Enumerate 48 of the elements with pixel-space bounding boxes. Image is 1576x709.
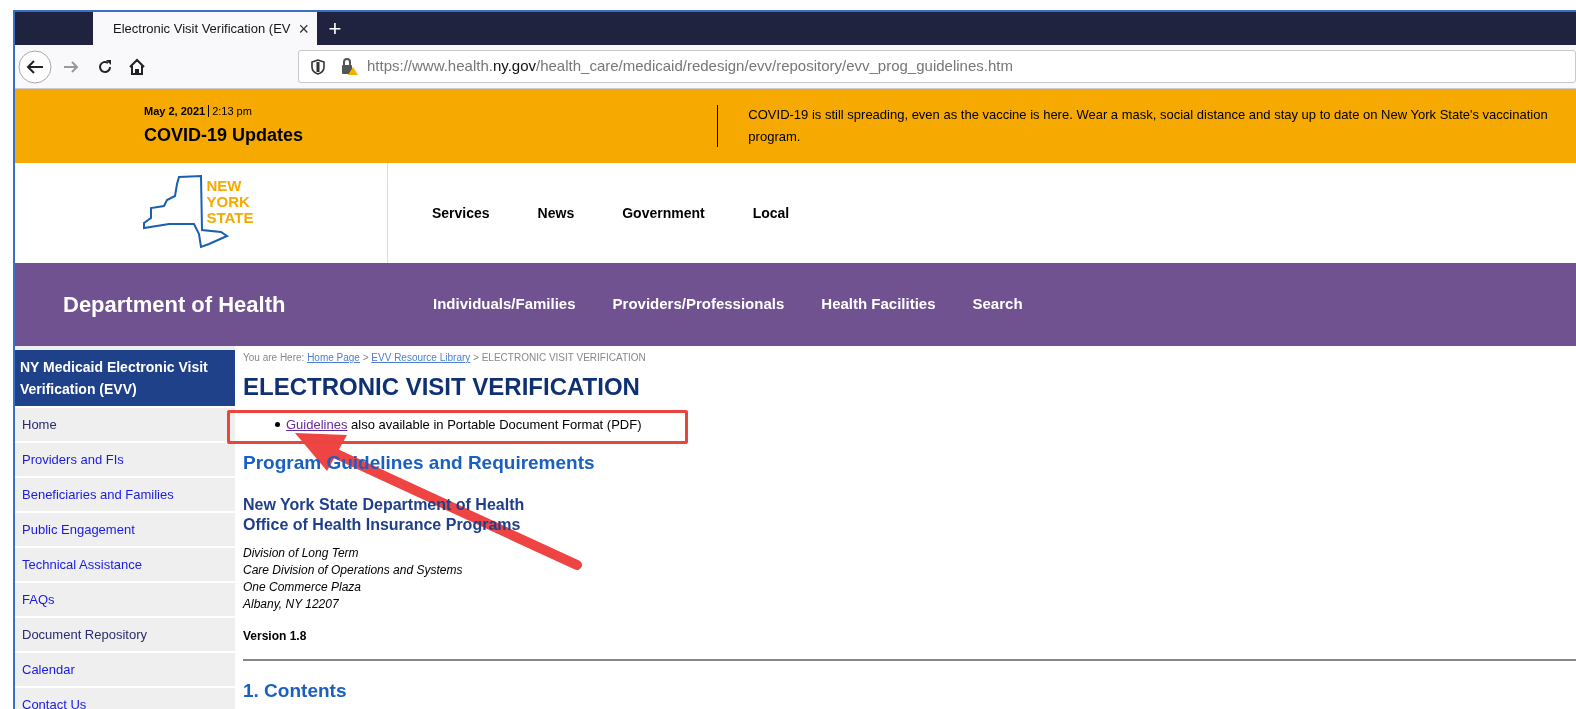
- nav-link[interactable]: News: [537, 202, 575, 224]
- version-label: Version 1.8: [243, 628, 308, 645]
- sidebar-link[interactable]: Beneficiaries and Families: [15, 476, 235, 511]
- nav-link[interactable]: Search: [972, 293, 1023, 316]
- new-tab-button[interactable]: +: [317, 12, 353, 45]
- sidebar-link[interactable]: Public Engagement: [15, 511, 235, 546]
- nav-link[interactable]: Providers/Professionals: [612, 293, 785, 316]
- breadcrumb: You are Here: Home Page > EVV Resource Library > ELECTRONIC VISIT VERIFICATION: [243, 351, 647, 365]
- nav-link[interactable]: Services: [432, 202, 490, 224]
- breadcrumb-link[interactable]: EVV Resource Library: [371, 352, 471, 363]
- sidebar-link[interactable]: Home: [15, 406, 235, 441]
- address-line: Division of Long Term: [243, 545, 360, 562]
- logo-text: NEW: [206, 178, 243, 194]
- contents-heading: 1. Contents: [243, 679, 348, 703]
- logo-text: STATE: [206, 210, 254, 226]
- logo-text: YORK: [206, 194, 251, 210]
- sidebar-link[interactable]: Calendar: [15, 651, 235, 686]
- address-line: One Commerce Plaza: [243, 579, 363, 596]
- reload-icon[interactable]: [96, 57, 114, 76]
- warning-lock-icon[interactable]: [341, 57, 359, 76]
- sidebar-link[interactable]: FAQs: [15, 581, 235, 616]
- banner-title: COVID-19 Updates: [144, 123, 305, 147]
- pdf-link[interactable]: Guidelines: [286, 417, 348, 432]
- agency-title[interactable]: Department of Health: [63, 288, 433, 321]
- sidebar-heading: NY Medicaid Electronic Visit Verification (EVV): [15, 350, 235, 406]
- sidebar-link[interactable]: Contact Us: [15, 686, 235, 709]
- sidebar-link[interactable]: Technical Assistance: [15, 546, 235, 581]
- sidebar-link[interactable]: Document Repository: [15, 616, 235, 651]
- nav-link[interactable]: Individuals/Families: [433, 293, 576, 316]
- banner-date: May 2, 2021 2:13 pm: [144, 104, 253, 120]
- tab-title: Electronic Visit Verification (EV: [113, 19, 291, 38]
- nav-link[interactable]: Local: [752, 202, 790, 224]
- browser-tab[interactable]: Electronic Visit Verification (EV ×: [93, 12, 317, 45]
- nav-link[interactable]: Government: [622, 202, 705, 224]
- shield-icon[interactable]: [311, 58, 325, 75]
- close-icon[interactable]: ×: [298, 19, 309, 38]
- banner-message: COVID-19 is still spreading, even as the vaccine is here. Wear a mask, social distance and stay up to date on New York State's vaccination program.: [748, 106, 1549, 146]
- home-icon[interactable]: [128, 57, 146, 76]
- sidebar-link[interactable]: Providers and FIs: [15, 441, 235, 476]
- back-icon[interactable]: [18, 49, 52, 84]
- breadcrumb-link[interactable]: Home Page: [307, 352, 360, 363]
- url-text: https://www.health.ny.gov/health_care/medicaid/redesign/evv/repository/evv_prog_guidelines.htm: [367, 56, 1013, 77]
- address-line: Care Division of Operations and Systems: [243, 562, 464, 579]
- address-line: Albany, NY 12207: [243, 596, 340, 613]
- page-title: ELECTRONIC VISIT VERIFICATION: [243, 372, 641, 402]
- nav-link[interactable]: Health Facilities: [821, 293, 936, 316]
- address-bar[interactable]: https://www.health.ny.gov/health_care/medicaid/redesign/evv/repository/evv_prog_guidelines.htm: [298, 50, 1576, 83]
- pdf-note: Guidelines also available in Portable Document Format (PDF): [286, 416, 642, 434]
